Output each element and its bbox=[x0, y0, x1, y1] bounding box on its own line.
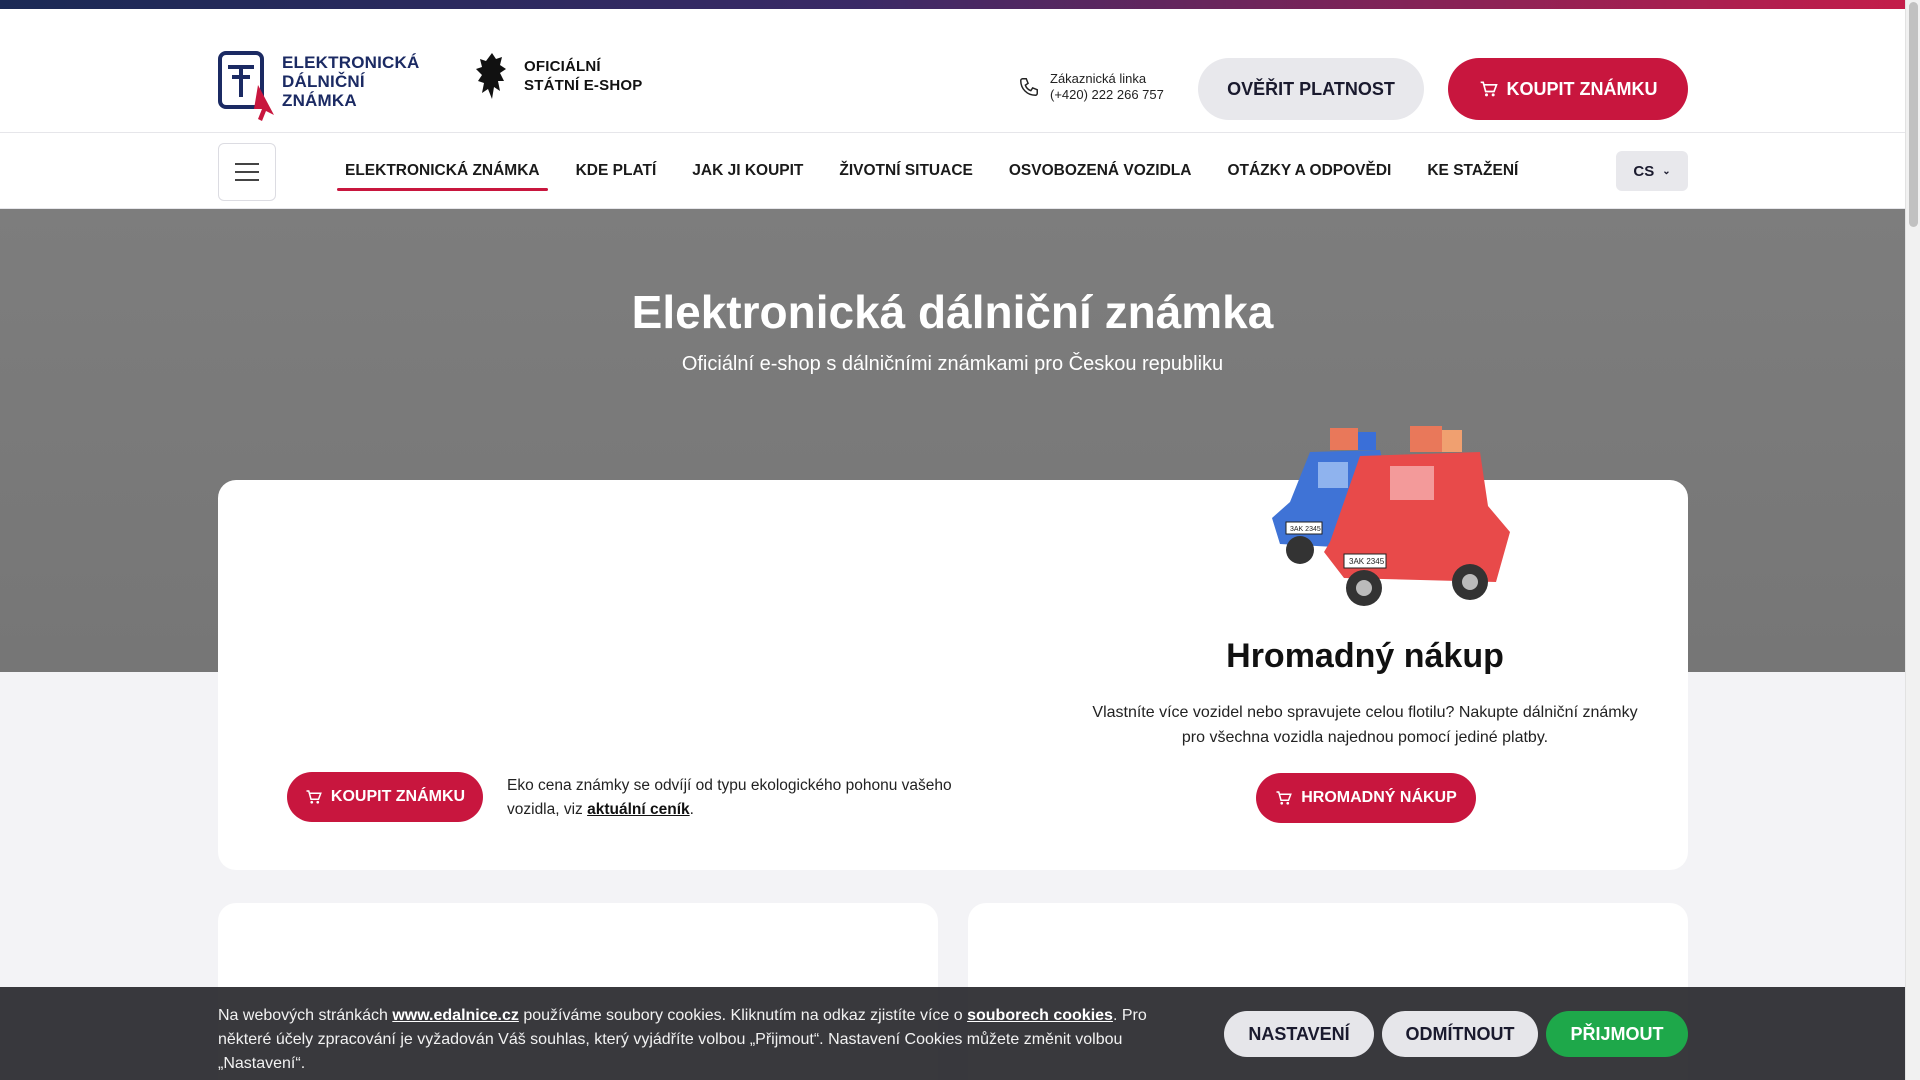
language-selector[interactable]: CS ⌄ bbox=[1616, 151, 1688, 191]
czech-lion-crest-icon bbox=[476, 53, 506, 99]
cart-icon bbox=[306, 790, 322, 804]
cookie-settings-button[interactable]: NASTAVENÍ bbox=[1224, 1011, 1374, 1057]
nav-item-exempt-vehicles[interactable]: OSVOBOZENÁ VOZIDLA bbox=[1001, 151, 1200, 191]
buy-label: KOUPIT ZNÁMKU bbox=[1506, 78, 1658, 99]
cookie-accept-button[interactable]: PŘIJMOUT bbox=[1546, 1011, 1688, 1057]
price-list-link[interactable]: aktuální ceník bbox=[587, 801, 690, 818]
cookie-text-1: Na webových stránkách bbox=[218, 1007, 388, 1024]
bulk-purchase-title: Hromadný nákup bbox=[1226, 637, 1504, 675]
eco-price-note: Eko cena známky se odvíjí od typu ekolog… bbox=[507, 774, 977, 822]
site-header: ELEKTRONICKÁ DÁLNIČNÍ ZNÁMKA OFICIÁLNÍ S… bbox=[0, 9, 1905, 133]
page-subtitle: Oficiální e-shop s dálničními známkami p… bbox=[681, 353, 1224, 375]
customer-line[interactable]: Zákaznická linka (+420) 222 266 757 bbox=[1018, 71, 1164, 103]
plate-red: 3AK 2345 bbox=[1349, 557, 1385, 566]
verify-label: OVĚŘIT PLATNOST bbox=[1227, 78, 1395, 99]
official-eshop-label: OFICIÁLNÍ STÁTNÍ E-SHOP bbox=[524, 57, 642, 95]
logo-line-2: DÁLNIČNÍ ZNÁMKA bbox=[282, 72, 365, 110]
bulk-button-label: HROMADNÝ NÁKUP bbox=[1301, 789, 1457, 806]
cookie-decline-button[interactable]: ODMÍTNOUT bbox=[1382, 1011, 1538, 1057]
scrollbar-thumb[interactable] bbox=[1909, 2, 1918, 227]
nav-items: ELEKTRONICKÁ ZNÁMKA KDE PLATÍ JAK JI KOU… bbox=[337, 133, 1546, 209]
site-link[interactable]: www.edalnice.cz bbox=[392, 1007, 519, 1024]
language-code: CS bbox=[1633, 162, 1655, 180]
plate-blue: 3AK 2345 bbox=[1290, 526, 1321, 533]
nav-item-life-situations[interactable]: ŽIVOTNÍ SITUACE bbox=[831, 151, 980, 191]
hamburger-menu-button[interactable] bbox=[218, 143, 276, 201]
eshop-line-1: OFICIÁLNÍ bbox=[524, 58, 601, 75]
phone-icon bbox=[1020, 78, 1038, 96]
cart-icon bbox=[1276, 791, 1293, 805]
buy-card-label: KOUPIT ZNÁMKU bbox=[330, 788, 466, 805]
nav-item-how-to-buy[interactable]: JAK JI KOUPIT bbox=[684, 151, 811, 191]
settings-label: NASTAVENÍ bbox=[1248, 1023, 1350, 1044]
top-accent-bar bbox=[0, 0, 1905, 9]
page-title: Elektronická dálniční známka bbox=[631, 286, 1274, 338]
main-navigation: ELEKTRONICKÁ ZNÁMKA KDE PLATÍ JAK JI KOU… bbox=[0, 133, 1905, 209]
eco-text: Eko cena známky se odvíjí od typu ekolog… bbox=[507, 777, 952, 818]
eco-end: . bbox=[689, 801, 694, 818]
logo-text: ELEKTRONICKÁ DÁLNIČNÍ ZNÁMKA bbox=[282, 53, 438, 110]
cookie-text: Na webových stránkách www.edalnice.cz po… bbox=[218, 1004, 1198, 1076]
bulk-purchase-text: Vlastníte více vozidel nebo spravujete c… bbox=[1092, 704, 1638, 746]
bulk-purchase-button[interactable]: HROMADNÝ NÁKUP bbox=[1256, 773, 1476, 823]
nav-item-where-valid[interactable]: KDE PLATÍ bbox=[568, 151, 665, 191]
cookie-banner: Na webových stránkách www.edalnice.cz po… bbox=[0, 987, 1905, 1080]
edalnice-logo[interactable]: ELEKTRONICKÁ DÁLNIČNÍ ZNÁMKA bbox=[218, 45, 438, 127]
cookies-info-link[interactable]: souborech cookies bbox=[967, 1007, 1113, 1024]
logo-line-1: ELEKTRONICKÁ bbox=[282, 53, 420, 72]
chevron-down-icon: ⌄ bbox=[1662, 165, 1671, 177]
nav-item-faq[interactable]: OTÁZKY A ODPOVĚDI bbox=[1219, 151, 1399, 191]
eshop-line-2: STÁTNÍ E-SHOP bbox=[524, 77, 643, 94]
accept-label: PŘIJMOUT bbox=[1570, 1023, 1664, 1044]
phone-number: (+420) 222 266 757 bbox=[1050, 87, 1164, 102]
nav-item-downloads[interactable]: KE STAŽENÍ bbox=[1419, 151, 1526, 191]
buy-vignette-card-button[interactable]: KOUPIT ZNÁMKU bbox=[287, 772, 483, 822]
cart-icon bbox=[1480, 81, 1498, 97]
page-scrollbar[interactable] bbox=[1905, 0, 1920, 1080]
cars-illustration: 3AK 2345 3AK 2345 bbox=[1272, 426, 1510, 606]
logo-road-icon bbox=[218, 51, 274, 121]
buy-vignette-button[interactable]: KOUPIT ZNÁMKU bbox=[1448, 58, 1688, 120]
phone-label: Zákaznická linka bbox=[1050, 71, 1147, 86]
verify-validity-button[interactable]: OVĚŘIT PLATNOST bbox=[1198, 58, 1424, 120]
nav-item-electronic-vignette[interactable]: ELEKTRONICKÁ ZNÁMKA bbox=[337, 151, 548, 191]
hamburger-icon bbox=[235, 163, 259, 181]
cookie-text-2: používáme soubory cookies. Kliknutím na … bbox=[523, 1007, 963, 1024]
decline-label: ODMÍTNOUT bbox=[1405, 1023, 1515, 1044]
